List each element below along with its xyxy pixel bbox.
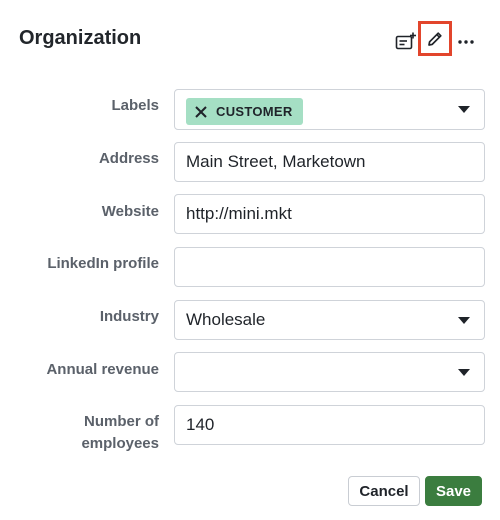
labels-select[interactable]: CUSTOMER bbox=[174, 89, 485, 130]
employees-field[interactable]: 140 bbox=[174, 405, 485, 445]
chevron-down-icon[interactable] bbox=[458, 369, 470, 376]
cancel-button[interactable]: Cancel bbox=[348, 476, 420, 506]
address-field[interactable]: Main Street, Marketown bbox=[174, 142, 485, 182]
website-label: Website bbox=[101, 203, 159, 220]
industry-value: Wholesale bbox=[186, 310, 266, 329]
address-value[interactable]: Main Street, Marketown bbox=[186, 143, 366, 181]
more-horizontal-icon[interactable] bbox=[455, 30, 477, 54]
linkedin-field[interactable] bbox=[174, 247, 485, 287]
page-title: Organization bbox=[19, 27, 142, 49]
website-value[interactable]: http://mini.mkt bbox=[186, 195, 292, 233]
annual-revenue-select[interactable] bbox=[174, 352, 485, 392]
address-label: Address bbox=[98, 150, 159, 167]
add-card-icon[interactable] bbox=[394, 30, 418, 54]
employees-label-line2: employees bbox=[81, 435, 159, 452]
annual-revenue-label: Annual revenue bbox=[46, 361, 159, 378]
industry-label: Industry bbox=[99, 308, 159, 325]
tag-label: CUSTOMER bbox=[216, 104, 293, 119]
employees-label: Number of employees bbox=[81, 411, 159, 455]
edit-button[interactable] bbox=[418, 21, 452, 56]
employees-value[interactable]: 140 bbox=[186, 406, 214, 444]
website-field[interactable]: http://mini.mkt bbox=[174, 194, 485, 234]
linkedin-label: LinkedIn profile bbox=[47, 255, 159, 272]
industry-select[interactable]: Wholesale bbox=[174, 300, 485, 340]
save-button[interactable]: Save bbox=[425, 476, 482, 506]
chevron-down-icon[interactable] bbox=[458, 106, 470, 113]
customer-tag: CUSTOMER bbox=[186, 98, 303, 125]
employees-label-line1: Number of bbox=[84, 413, 159, 430]
pencil-icon bbox=[426, 30, 444, 48]
labels-label: Labels bbox=[111, 97, 159, 114]
close-icon[interactable] bbox=[194, 105, 208, 119]
chevron-down-icon[interactable] bbox=[458, 317, 470, 324]
